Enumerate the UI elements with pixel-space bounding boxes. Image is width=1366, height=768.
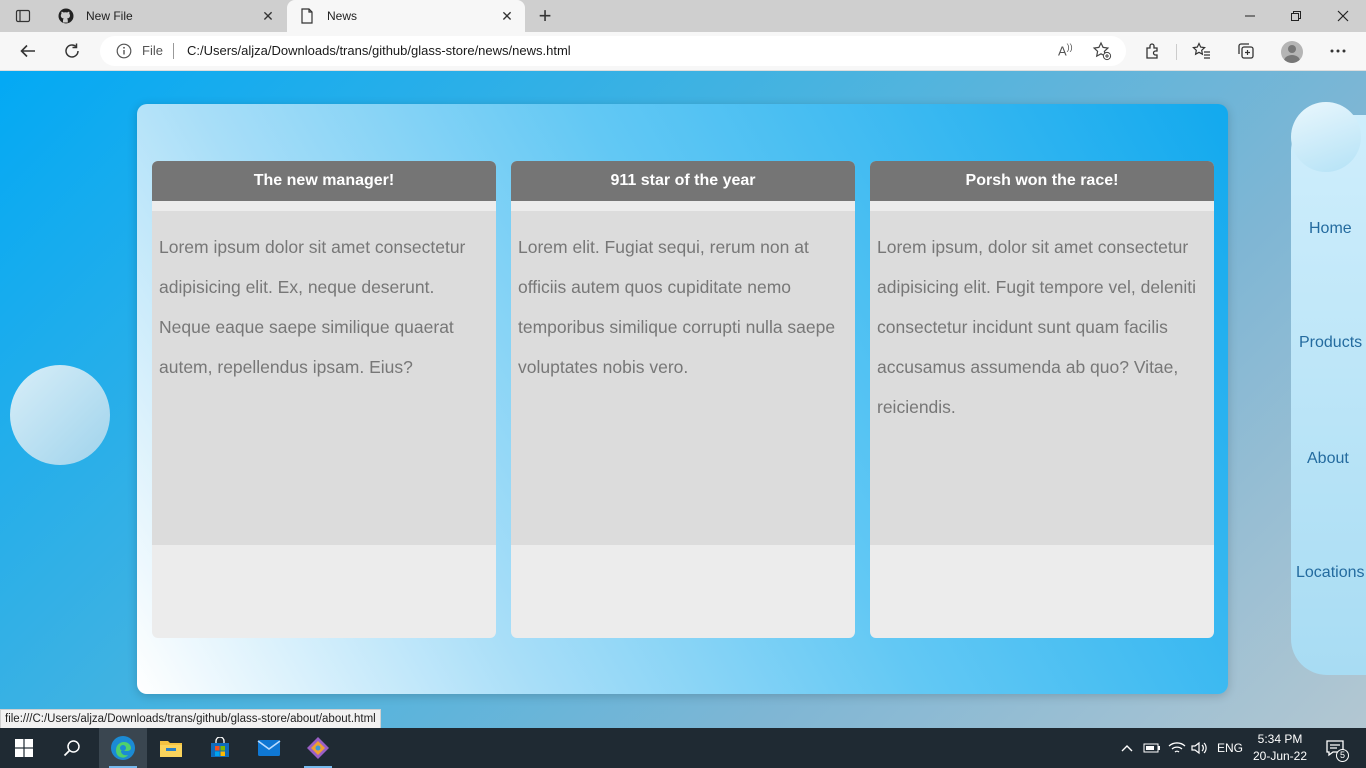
- address-divider: [173, 43, 174, 59]
- decorative-bubble: [1291, 102, 1361, 172]
- tab-strip: New File ✕ News ✕ +: [0, 0, 1366, 32]
- page-icon: [299, 8, 315, 24]
- clock[interactable]: 5:34 PM 20-Jun-22: [1248, 731, 1312, 765]
- close-window-icon[interactable]: [1320, 0, 1366, 32]
- scheme-label: File: [142, 43, 163, 58]
- news-card-text: Lorem elit. Fugiat sequi, rerum non at o…: [511, 211, 855, 545]
- decorative-bubble: [10, 365, 110, 465]
- address-bar[interactable]: File C:/Users/aljza/Downloads/trans/gith…: [100, 36, 1126, 66]
- github-icon: [58, 8, 74, 24]
- notification-count-badge: 5: [1336, 749, 1349, 762]
- mail-icon[interactable]: [245, 728, 293, 768]
- news-card: 911 star of the year Lorem elit. Fugiat …: [511, 161, 855, 638]
- tab-new-file[interactable]: New File ✕: [46, 0, 286, 32]
- url-text[interactable]: C:/Users/aljza/Downloads/trans/github/gl…: [187, 43, 571, 58]
- page-viewport: The new manager! Lorem ipsum dolor sit a…: [0, 71, 1366, 728]
- news-card-title: Porsh won the race!: [870, 161, 1214, 201]
- side-navigation: Home Products About Locations: [1291, 115, 1366, 675]
- glass-panel: The new manager! Lorem ipsum dolor sit a…: [137, 104, 1228, 694]
- nav-link-about[interactable]: About: [1307, 450, 1349, 468]
- read-aloud-icon[interactable]: A)): [1058, 42, 1073, 58]
- git-app-icon[interactable]: [294, 728, 342, 768]
- toolbar-divider: [1176, 44, 1177, 60]
- news-card-text: Lorem ipsum, dolor sit amet consectetur …: [870, 211, 1214, 545]
- nav-link-home[interactable]: Home: [1309, 220, 1352, 238]
- close-tab-icon[interactable]: ✕: [499, 8, 515, 24]
- nav-link-products[interactable]: Products: [1299, 334, 1362, 352]
- clock-time: 5:34 PM: [1257, 732, 1303, 746]
- collections-icon[interactable]: [1234, 39, 1258, 63]
- tab-news[interactable]: News ✕: [287, 0, 525, 32]
- windows-taskbar: ENG 5:34 PM 20-Jun-22 5: [0, 728, 1366, 768]
- microsoft-store-icon[interactable]: [196, 728, 244, 768]
- tab-title: New File: [86, 9, 133, 23]
- battery-icon[interactable]: [1143, 728, 1161, 768]
- favorites-icon[interactable]: [1190, 39, 1214, 63]
- file-explorer-icon[interactable]: [147, 728, 195, 768]
- restore-icon[interactable]: [1273, 0, 1319, 32]
- minimize-icon[interactable]: [1227, 0, 1273, 32]
- nav-link-locations[interactable]: Locations: [1296, 564, 1365, 582]
- refresh-icon[interactable]: [60, 39, 84, 63]
- info-icon[interactable]: [116, 43, 132, 59]
- news-card-text: Lorem ipsum dolor sit amet consectetur a…: [152, 211, 496, 545]
- edge-browser-icon[interactable]: [99, 728, 147, 768]
- language-indicator[interactable]: ENG: [1217, 728, 1243, 768]
- tab-actions-menu-icon[interactable]: [14, 7, 32, 25]
- more-options-icon[interactable]: [1326, 39, 1350, 63]
- show-hidden-icons-chevron-icon[interactable]: [1120, 728, 1134, 768]
- extensions-icon[interactable]: [1141, 39, 1165, 63]
- news-card: The new manager! Lorem ipsum dolor sit a…: [152, 161, 496, 638]
- tab-title: News: [327, 9, 358, 23]
- new-tab-button[interactable]: +: [534, 5, 556, 27]
- back-arrow-icon[interactable]: [16, 39, 40, 63]
- read-aloud-label: A: [1058, 43, 1067, 59]
- wifi-icon[interactable]: [1168, 728, 1186, 768]
- news-card-title: The new manager!: [152, 161, 496, 201]
- news-card-title: 911 star of the year: [511, 161, 855, 201]
- profile-avatar-icon[interactable]: [1281, 41, 1303, 63]
- browser-toolbar: File C:/Users/aljza/Downloads/trans/gith…: [0, 32, 1366, 71]
- add-favorite-icon[interactable]: [1092, 41, 1112, 61]
- clock-date: 20-Jun-22: [1252, 749, 1308, 763]
- volume-icon[interactable]: [1191, 728, 1209, 768]
- start-windows-icon[interactable]: [0, 728, 48, 768]
- news-card: Porsh won the race! Lorem ipsum, dolor s…: [870, 161, 1214, 638]
- close-tab-icon[interactable]: ✕: [260, 8, 276, 24]
- search-icon[interactable]: [48, 728, 96, 768]
- status-bar-url: file:///C:/Users/aljza/Downloads/trans/g…: [0, 709, 381, 728]
